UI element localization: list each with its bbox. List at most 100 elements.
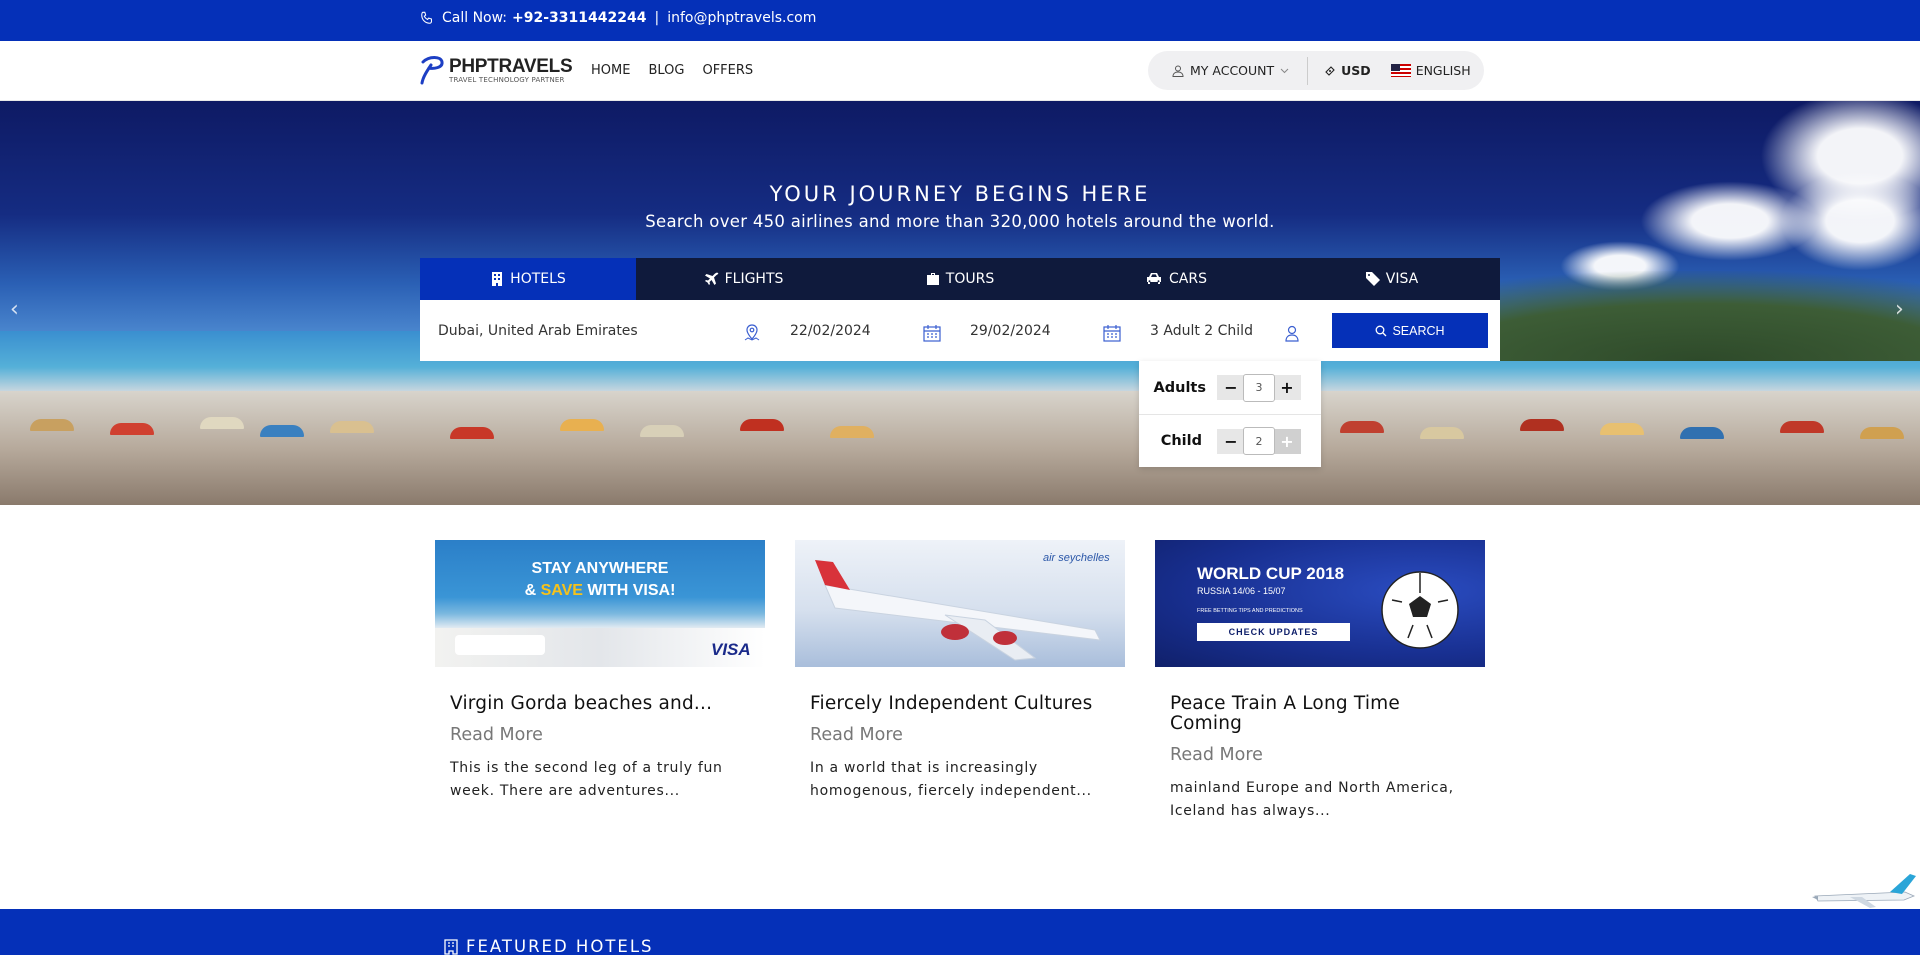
card-excerpt: In a world that is increasingly homogeno… bbox=[810, 760, 1092, 799]
suitcase-icon bbox=[926, 273, 939, 285]
top-contact-bar: Call Now: +92-3311442244 | info@phptrave… bbox=[0, 0, 1920, 41]
search-tabs: HOTELS FLIGHTS TOURS CARS VISA bbox=[420, 258, 1500, 300]
main-navbar: PHPTRAVELS TRAVEL TECHNOLOGY PARTNER HOM… bbox=[0, 41, 1920, 101]
carousel-prev-arrow[interactable]: ‹ bbox=[10, 297, 19, 322]
child-label: Child bbox=[1160, 433, 1202, 449]
card-title[interactable]: Peace Train A Long Time Coming bbox=[1170, 694, 1470, 734]
call-label: Call Now: bbox=[442, 10, 508, 26]
child-stepper: − 2 + bbox=[1217, 427, 1301, 455]
logo-tagline: TRAVEL TECHNOLOGY PARTNER bbox=[449, 75, 565, 84]
plane-icon bbox=[704, 272, 718, 285]
my-account-dropdown[interactable]: MY ACCOUNT bbox=[1148, 63, 1289, 78]
divider bbox=[1307, 56, 1309, 85]
soccer-ball-icon bbox=[1381, 571, 1459, 649]
money-icon bbox=[1325, 65, 1335, 76]
banner-line2: & SAVE WITH VISA! bbox=[524, 582, 676, 599]
adults-minus-button[interactable]: − bbox=[1217, 375, 1245, 400]
user-icon bbox=[1285, 325, 1299, 342]
logo-mark-icon bbox=[420, 56, 444, 85]
check-updates-button: CHECK UPDATES bbox=[1197, 623, 1350, 641]
banner-line1: STAY ANYWHERE bbox=[531, 560, 669, 577]
my-account-label: MY ACCOUNT bbox=[1190, 63, 1275, 78]
card-excerpt: mainland Europe and North America, Icela… bbox=[1170, 780, 1454, 819]
language-selector[interactable]: ENGLISH bbox=[1390, 63, 1471, 78]
checkin-value: 22/02/2024 bbox=[790, 322, 871, 339]
carousel-next-arrow[interactable]: › bbox=[1895, 297, 1904, 322]
child-input[interactable]: 2 bbox=[1243, 427, 1275, 455]
card-image-airplane[interactable]: air seychelles bbox=[795, 540, 1125, 667]
adults-stepper: − 3 + bbox=[1217, 373, 1301, 402]
tab-tours[interactable]: TOURS bbox=[852, 258, 1068, 300]
nav-blog[interactable]: BLOG bbox=[648, 63, 684, 78]
featured-hotels-title: FEATURED HOTELS bbox=[466, 937, 654, 956]
guests-field[interactable]: 3 Adult 2 Child bbox=[1150, 300, 1300, 361]
adults-label: Adults bbox=[1153, 379, 1206, 396]
currency-label: USD bbox=[1341, 63, 1371, 78]
tab-visa[interactable]: VISA bbox=[1284, 258, 1500, 300]
language-label: ENGLISH bbox=[1415, 63, 1471, 78]
nav-links: HOME BLOG OFFERS bbox=[591, 63, 753, 78]
banner-line3: FREE BETTING TIPS AND PREDICTIONS bbox=[1197, 608, 1303, 614]
tab-hotels[interactable]: HOTELS bbox=[420, 258, 636, 300]
blog-card: WORLD CUP 2018 RUSSIA 14/06 - 15/07 FREE… bbox=[1155, 540, 1485, 823]
banner-line1: WORLD CUP 2018 bbox=[1197, 564, 1345, 583]
featured-hotels-section: FEATURED HOTELS bbox=[0, 909, 1920, 956]
read-more-link[interactable]: Read More bbox=[810, 725, 1110, 745]
hotel-search-form: Dubai, United Arab Emirates 22/02/2024 2… bbox=[420, 300, 1500, 361]
nav-offers[interactable]: OFFERS bbox=[702, 63, 753, 78]
logo[interactable]: PHPTRAVELS TRAVEL TECHNOLOGY PARTNER bbox=[419, 55, 573, 85]
nav-home[interactable]: HOME bbox=[591, 63, 630, 78]
tab-flights[interactable]: FLIGHTS bbox=[636, 258, 852, 300]
air-seychelles-logo: air seychelles bbox=[1043, 552, 1110, 564]
search-icon bbox=[1376, 325, 1387, 336]
tab-flights-label: FLIGHTS bbox=[724, 271, 784, 287]
card-title[interactable]: Fiercely Independent Cultures bbox=[810, 694, 1110, 714]
currency-selector[interactable]: USD bbox=[1324, 63, 1371, 78]
tab-cars[interactable]: CARS bbox=[1068, 258, 1284, 300]
read-more-link[interactable]: Read More bbox=[1170, 745, 1470, 765]
blog-card: STAY ANYWHERE & SAVE WITH VISA! VISA Vir… bbox=[435, 540, 765, 803]
calendar-icon bbox=[923, 325, 941, 342]
us-flag-icon bbox=[1390, 64, 1411, 77]
hero-subtitle: Search over 450 airlines and more than 3… bbox=[645, 212, 1275, 231]
search-button[interactable]: SEARCH bbox=[1332, 313, 1488, 348]
tab-tours-label: TOURS bbox=[945, 271, 995, 287]
search-button-label: SEARCH bbox=[1392, 323, 1445, 338]
adults-input[interactable]: 3 bbox=[1243, 373, 1275, 402]
phone-icon bbox=[421, 11, 432, 24]
blog-card: air seychelles Fiercely Independent Cult… bbox=[795, 540, 1125, 803]
car-icon bbox=[1147, 273, 1162, 284]
user-icon bbox=[1172, 65, 1184, 77]
checkin-date-field[interactable]: 22/02/2024 bbox=[790, 300, 940, 361]
destination-value: Dubai, United Arab Emirates bbox=[438, 322, 638, 339]
chevron-down-icon bbox=[1280, 68, 1289, 73]
tag-icon bbox=[1365, 272, 1380, 286]
checkout-value: 29/02/2024 bbox=[970, 322, 1051, 339]
guests-dropdown: Adults − 3 + Child − 2 + bbox=[1139, 361, 1321, 467]
card-image-world-cup[interactable]: WORLD CUP 2018 RUSSIA 14/06 - 15/07 FREE… bbox=[1155, 540, 1485, 667]
destination-field[interactable]: Dubai, United Arab Emirates bbox=[438, 300, 728, 361]
child-plus-button[interactable]: + bbox=[1273, 428, 1301, 454]
child-row: Child − 2 + bbox=[1139, 414, 1321, 467]
email-link[interactable]: info@phptravels.com bbox=[667, 10, 816, 26]
card-title[interactable]: Virgin Gorda beaches and... bbox=[450, 694, 750, 714]
calendar-icon bbox=[1103, 325, 1121, 342]
building-icon bbox=[444, 938, 458, 955]
visa-logo: VISA bbox=[711, 640, 751, 659]
adults-row: Adults − 3 + bbox=[1139, 361, 1321, 414]
account-currency-language-bar: MY ACCOUNT USD ENGLISH bbox=[1148, 51, 1484, 90]
phone-number[interactable]: +92-3311442244 bbox=[512, 10, 646, 26]
card-image-visa-offer[interactable]: STAY ANYWHERE & SAVE WITH VISA! VISA bbox=[435, 540, 765, 667]
checkout-date-field[interactable]: 29/02/2024 bbox=[970, 300, 1120, 361]
banner-line2: RUSSIA 14/06 - 15/07 bbox=[1197, 586, 1286, 596]
child-minus-button[interactable]: − bbox=[1217, 428, 1245, 454]
building-icon bbox=[492, 272, 503, 286]
tab-visa-label: VISA bbox=[1385, 271, 1419, 287]
location-pin-icon bbox=[744, 324, 760, 341]
adults-plus-button[interactable]: + bbox=[1273, 375, 1301, 400]
read-more-link[interactable]: Read More bbox=[450, 725, 750, 745]
tab-hotels-label: HOTELS bbox=[510, 271, 566, 287]
card-excerpt: This is the second leg of a truly fun we… bbox=[450, 760, 723, 799]
guests-value: 3 Adult 2 Child bbox=[1150, 322, 1253, 339]
hero-title: YOUR JOURNEY BEGINS HERE bbox=[769, 182, 1151, 206]
